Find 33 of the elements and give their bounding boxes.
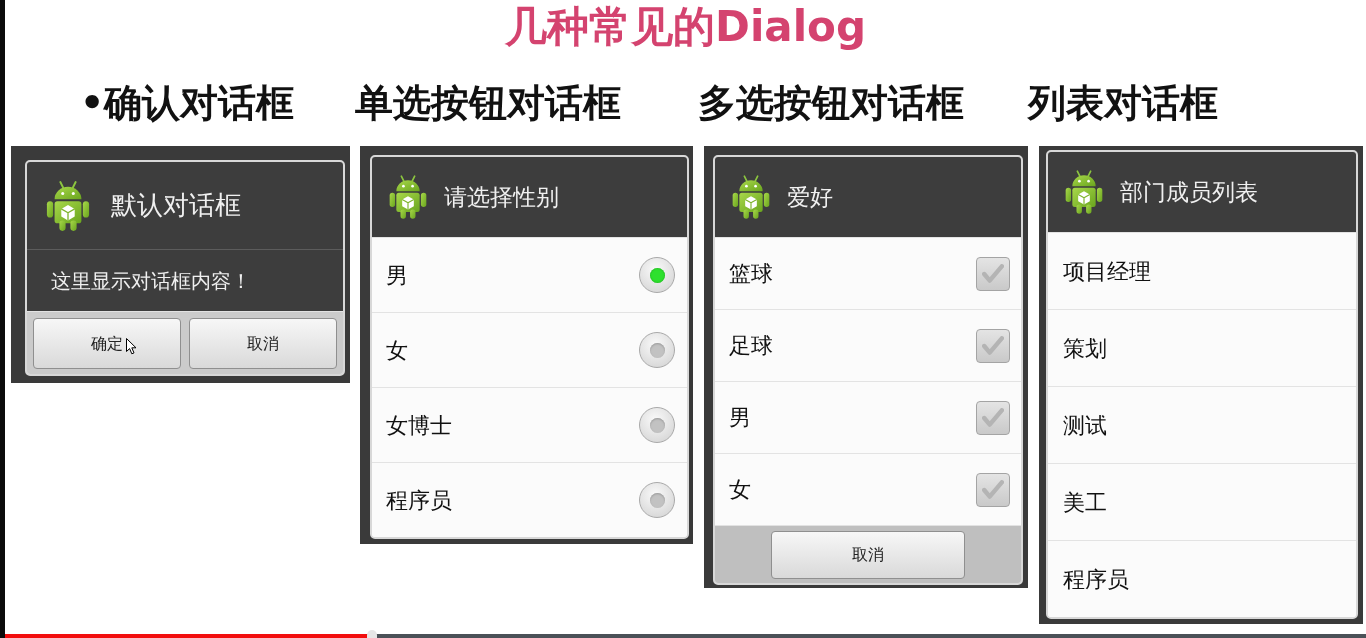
dialog-title: 请选择性别 xyxy=(444,182,559,212)
mouse-pointer-icon xyxy=(126,338,137,355)
section-heading: •确认对话框 xyxy=(80,80,295,126)
confirm-button[interactable]: 确定 xyxy=(33,318,181,369)
dialog-title: 默认对话框 xyxy=(111,189,241,222)
robot-icon xyxy=(731,174,771,220)
list-item[interactable]: 程序员 xyxy=(1048,540,1356,617)
checkmark-icon xyxy=(982,407,1004,428)
cancel-button[interactable]: 取消 xyxy=(189,318,337,369)
slide-title: 几种常见的Dialog xyxy=(504,2,867,52)
robot-icon xyxy=(388,174,428,220)
radio-button[interactable] xyxy=(639,332,675,368)
radio-button[interactable] xyxy=(639,482,675,518)
robot-icon xyxy=(1064,169,1104,215)
progress-thumb[interactable] xyxy=(367,630,378,638)
radio-option[interactable]: 程序员 xyxy=(372,462,687,537)
checkbox[interactable] xyxy=(976,256,1010,291)
robot-icon xyxy=(45,179,91,232)
radio-button[interactable] xyxy=(639,407,675,443)
checkbox[interactable] xyxy=(976,328,1010,363)
checkbox[interactable] xyxy=(976,400,1010,435)
section-heading: 列表对话框 xyxy=(1028,80,1218,126)
checkmark-icon xyxy=(982,479,1004,500)
section-heading: 多选按钮对话框 xyxy=(698,80,964,126)
dialog-title: 部门成员列表 xyxy=(1120,177,1258,207)
dialog-title: 爱好 xyxy=(787,182,833,212)
checkmark-icon xyxy=(982,263,1004,284)
checkbox[interactable] xyxy=(976,472,1010,507)
checkmark-icon xyxy=(982,335,1004,356)
section-heading: 单选按钮对话框 xyxy=(355,80,621,126)
dialog-message: 这里显示对话框内容！ xyxy=(27,249,343,311)
radio-button[interactable] xyxy=(639,257,675,293)
cancel-button[interactable]: 取消 xyxy=(771,531,965,579)
